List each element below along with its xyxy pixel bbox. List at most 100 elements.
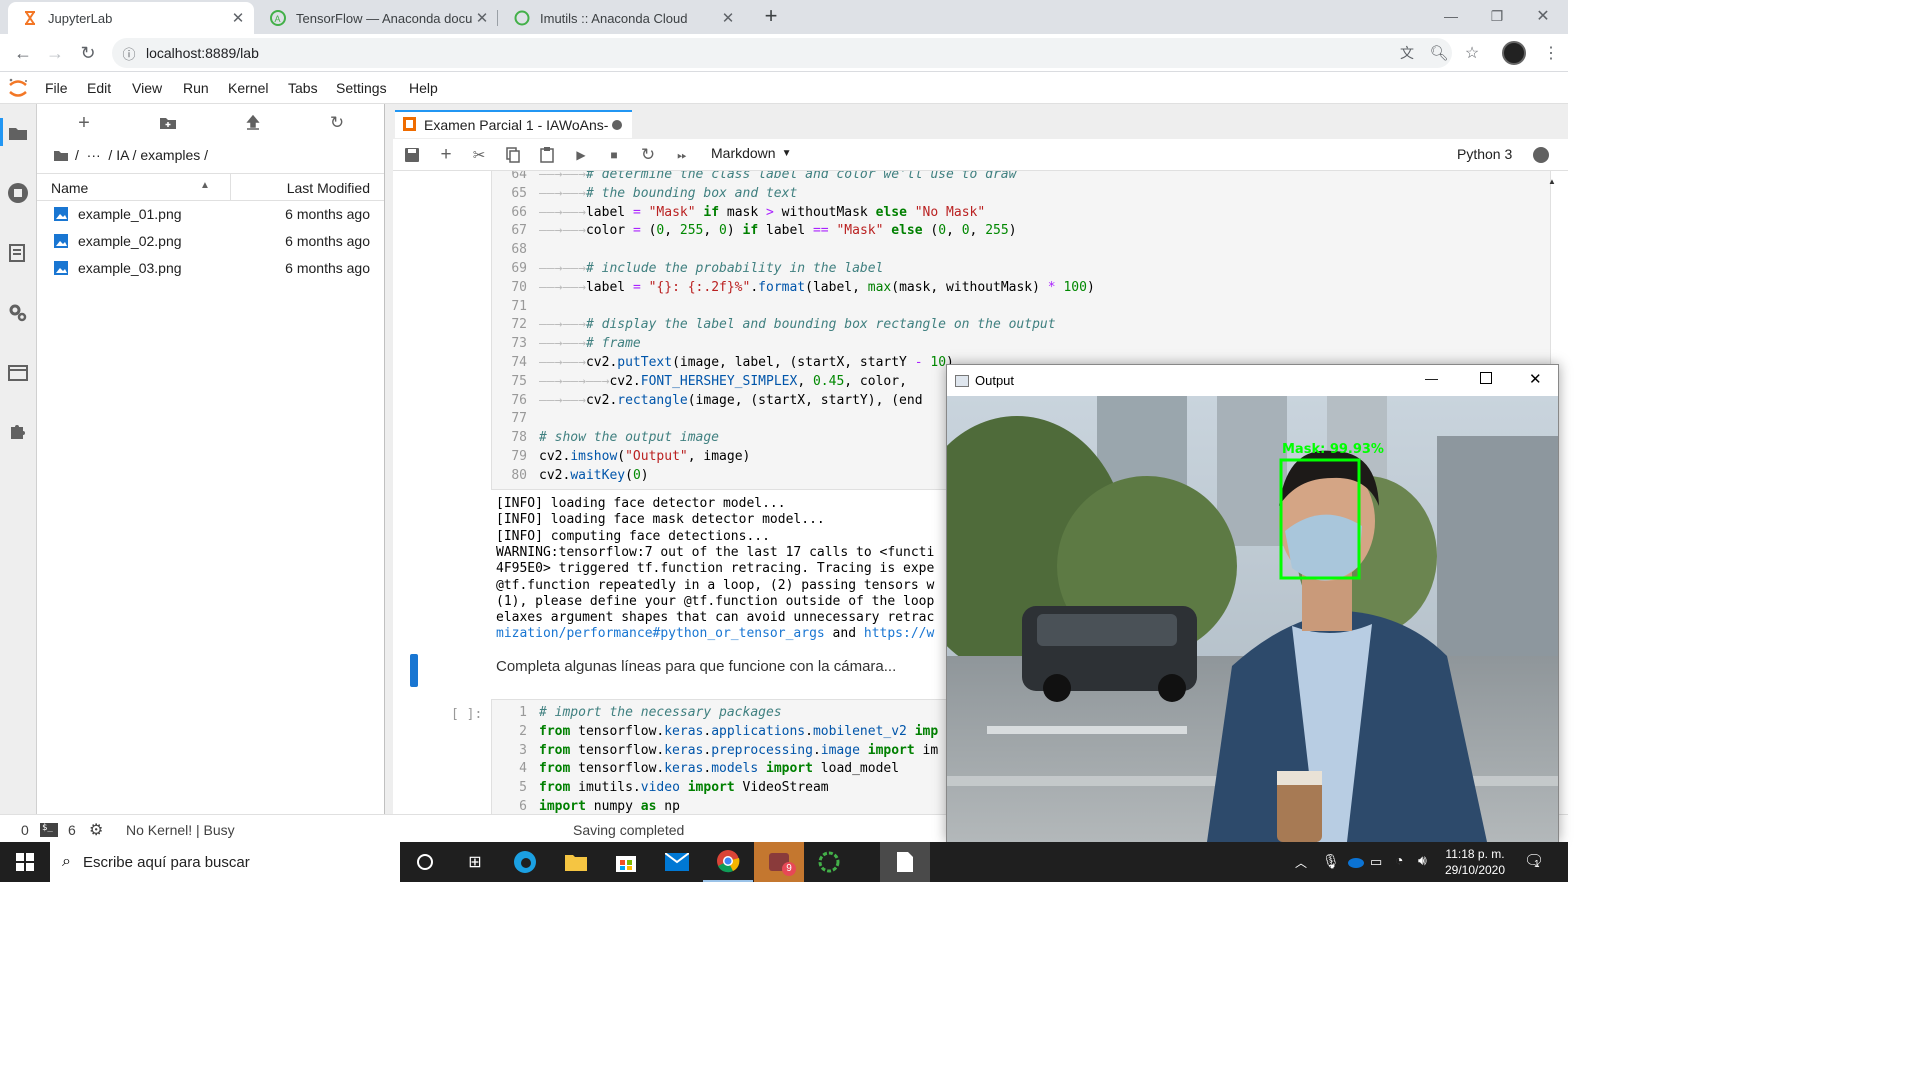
- action-center-icon[interactable]: 🗨︎ 1: [1524, 851, 1544, 871]
- code-line[interactable]: ——→——→label = "Mask" if mask > withoutMa…: [539, 205, 985, 220]
- new-folder-icon[interactable]: [157, 114, 179, 132]
- close-icon[interactable]: ✕: [1529, 370, 1542, 388]
- restore-window-icon[interactable]: ❐: [1474, 0, 1520, 32]
- battery-icon[interactable]: ▭: [1370, 854, 1382, 870]
- back-icon[interactable]: ←: [10, 41, 36, 65]
- code-line[interactable]: # import the necessary packages: [539, 705, 782, 720]
- menu-kernel[interactable]: Kernel: [228, 80, 268, 96]
- code-line[interactable]: # show the output image: [539, 430, 719, 445]
- refresh-icon[interactable]: ↻: [326, 113, 348, 132]
- code-line[interactable]: ——→——→cv2.putText(image, label, (startX,…: [539, 355, 962, 370]
- new-launcher-button[interactable]: +: [73, 112, 95, 134]
- chrome-menu-icon[interactable]: ⋮: [1538, 41, 1564, 65]
- tabs-panel-icon[interactable]: [7, 362, 29, 384]
- taskbar-search-box[interactable]: ⌕ Escribe aquí para buscar: [50, 842, 400, 882]
- column-last-modified[interactable]: Last Modified: [287, 180, 370, 196]
- extensions-puzzle-icon[interactable]: [7, 420, 29, 442]
- show-hidden-icons[interactable]: ︿: [1295, 854, 1307, 871]
- app-with-badge-icon[interactable]: 9: [754, 842, 804, 882]
- menu-settings[interactable]: Settings: [336, 80, 387, 96]
- breadcrumb-path[interactable]: / ··· / IA / examples /: [75, 147, 208, 163]
- paste-icon[interactable]: [537, 146, 557, 164]
- markdown-cell-text[interactable]: Completa algunas líneas para que funcion…: [496, 658, 896, 675]
- zoom-icon[interactable]: 🔍︎: [1426, 41, 1452, 65]
- address-bar[interactable]: ⓘ localhost:8889/lab: [112, 38, 1452, 68]
- code-line[interactable]: ——→——→color = (0, 255, 0) if label == "M…: [539, 223, 1017, 238]
- store-icon[interactable]: [601, 842, 651, 882]
- kernels-count[interactable]: 6: [68, 822, 76, 838]
- forward-icon[interactable]: →: [42, 41, 68, 65]
- file-explorer-icon[interactable]: [551, 842, 601, 882]
- microphone-icon[interactable]: 🎙︎: [1322, 853, 1340, 870]
- code-line[interactable]: import numpy as np: [539, 799, 680, 814]
- browser-tab-imutils[interactable]: Imutils :: Anaconda Cloud ✕: [500, 2, 744, 34]
- save-icon[interactable]: [402, 146, 422, 164]
- unsaved-dot-icon[interactable]: [612, 120, 623, 130]
- kernel-name[interactable]: Python 3: [1457, 146, 1512, 162]
- opencv-output-window[interactable]: Output — ✕ Mask: 99.93%: [946, 364, 1559, 842]
- cell-type-select[interactable]: Markdown ▼: [711, 145, 792, 161]
- output-link[interactable]: https://w: [864, 626, 934, 641]
- minimize-icon[interactable]: —: [1425, 371, 1438, 386]
- code-line[interactable]: ——→——→——→cv2.FONT_HERSHEY_SIMPLEX, 0.45,…: [539, 374, 907, 389]
- code-line[interactable]: ——→——→# display the label and bounding b…: [539, 317, 1056, 332]
- code-line[interactable]: ——→——→# include the probability in the l…: [539, 261, 883, 276]
- chrome-icon[interactable]: [703, 842, 753, 882]
- notebook-tab[interactable]: Examen Parcial 1 - IAWoAns-: [395, 110, 632, 138]
- code-line[interactable]: cv2.imshow("Output", image): [539, 449, 750, 464]
- copy-icon[interactable]: [503, 146, 523, 164]
- volume-icon[interactable]: 🔊︎: [1418, 852, 1427, 869]
- minimize-window-icon[interactable]: —: [1428, 0, 1474, 32]
- browser-tab-jupyterlab[interactable]: JupyterLab ✕: [8, 2, 254, 34]
- code-line[interactable]: from tensorflow.keras.applications.mobil…: [539, 724, 938, 739]
- menu-help[interactable]: Help: [409, 80, 438, 96]
- running-kernels-icon[interactable]: [7, 182, 29, 204]
- output-link[interactable]: mization/performance#python_or_tensor_ar…: [496, 626, 825, 641]
- restart-icon[interactable]: ↻: [638, 145, 658, 164]
- code-line[interactable]: from tensorflow.keras.models import load…: [539, 761, 899, 776]
- onedrive-icon[interactable]: [1345, 855, 1365, 873]
- fast-forward-icon[interactable]: ⏩︎: [672, 146, 692, 164]
- menu-view[interactable]: View: [132, 80, 162, 96]
- system-clock[interactable]: 11:18 p. m. 29/10/2020: [1440, 846, 1510, 878]
- scroll-up-icon[interactable]: ▲: [1548, 177, 1556, 186]
- file-row[interactable]: example_02.png 6 months ago: [37, 229, 384, 256]
- output-window-titlebar[interactable]: Output — ✕: [947, 365, 1558, 396]
- maximize-icon[interactable]: [1480, 372, 1492, 384]
- edge-icon[interactable]: [500, 842, 550, 882]
- stop-icon[interactable]: ■: [604, 146, 624, 164]
- column-name[interactable]: Name: [51, 180, 88, 196]
- code-line[interactable]: ——→——→# frame: [539, 336, 641, 351]
- windows-start-icon[interactable]: [0, 842, 50, 882]
- menu-tabs[interactable]: Tabs: [288, 80, 318, 96]
- close-tab-icon[interactable]: ✕: [472, 9, 492, 27]
- file-row[interactable]: example_03.png 6 months ago: [37, 256, 384, 283]
- wifi-icon[interactable]: ◔: [1395, 852, 1403, 868]
- info-icon[interactable]: ⓘ: [112, 44, 146, 63]
- kernel-status-text[interactable]: No Kernel! | Busy: [126, 822, 235, 838]
- code-line[interactable]: ——→——→label = "{}: {:.2f}%".format(label…: [539, 280, 1095, 295]
- cut-icon[interactable]: ✂: [469, 146, 489, 164]
- document-app-icon[interactable]: [880, 842, 930, 882]
- code-line[interactable]: ——→——→# determine the class label and co…: [539, 171, 1016, 182]
- browser-tab-tensorflow[interactable]: A TensorFlow — Anaconda docume ✕: [256, 2, 498, 34]
- code-line[interactable]: ——→——→# the bounding box and text: [539, 186, 797, 201]
- code-line[interactable]: from tensorflow.keras.preprocessing.imag…: [539, 743, 938, 758]
- folder-icon[interactable]: [53, 149, 69, 162]
- file-row[interactable]: example_01.png 6 months ago: [37, 202, 384, 229]
- menu-file[interactable]: File: [45, 80, 68, 96]
- menu-edit[interactable]: Edit: [87, 80, 111, 96]
- run-icon[interactable]: ▶: [571, 146, 591, 164]
- upload-icon[interactable]: [242, 114, 264, 132]
- close-tab-icon[interactable]: ✕: [718, 9, 738, 27]
- close-window-icon[interactable]: ✕: [1520, 0, 1566, 32]
- anaconda-navigator-icon[interactable]: [804, 842, 854, 882]
- insert-cell-icon[interactable]: +: [436, 144, 456, 165]
- menu-run[interactable]: Run: [183, 80, 209, 96]
- code-line[interactable]: cv2.waitKey(0): [539, 468, 649, 483]
- profile-avatar[interactable]: [1502, 41, 1526, 65]
- bookmark-star-icon[interactable]: ☆: [1459, 41, 1485, 65]
- settings-gears-icon[interactable]: [7, 302, 29, 324]
- task-view-icon[interactable]: ⊞: [450, 842, 500, 882]
- mail-icon[interactable]: [652, 842, 702, 882]
